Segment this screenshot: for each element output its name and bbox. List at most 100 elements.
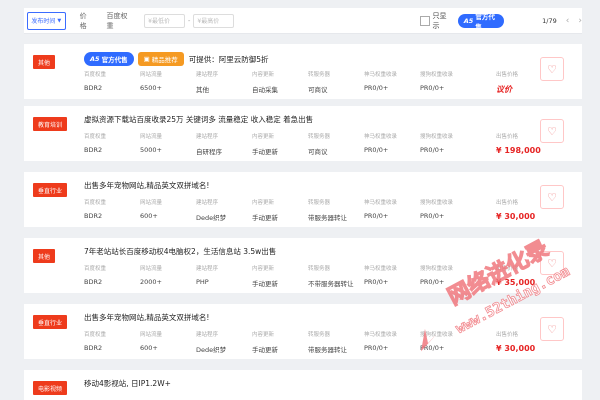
value-price: ¥ 30,000 [496, 212, 536, 221]
value-baidu-weight: BDR2 [84, 146, 103, 154]
header-sogou: 搜狗权重收录 [420, 200, 454, 206]
min-price-input[interactable]: ¥最低价 [144, 13, 185, 28]
header-cms: 建站程序 [196, 134, 219, 140]
header-update: 内容更新 [252, 266, 275, 272]
header-baidu-weight: 百度权重 [84, 72, 107, 78]
listing-title[interactable]: 出售多年宠物网站,精品英文双拼域名! [84, 312, 209, 323]
max-price-input[interactable]: ¥最高价 [193, 13, 235, 28]
value-traffic: 5000+ [140, 146, 162, 154]
listing-row[interactable]: 垂直行业 出售多年宠物网站,精品英文双拼域名! 百度权重 网站流量 建站程序 内… [24, 304, 582, 359]
value-shenma: PR0/0+ [364, 212, 389, 220]
sort-by-time-select[interactable]: 发布时间 ▼ [27, 11, 66, 30]
category-tag: 电影视频 [33, 381, 68, 395]
category-tag: 垂直行业 [33, 315, 68, 329]
header-update: 内容更新 [252, 72, 275, 78]
favorite-heart-icon[interactable]: ♡ [540, 119, 564, 143]
listing-values: BDR2 2000+ PHP 手动更新 不带服务器转让 PR0/0+ PR0/0… [84, 278, 582, 288]
value-update: 手动更新 [252, 148, 278, 156]
listing-values: BDR2 6500+ 其他 自动采集 可商议 PR0/0+ PR0/0+ 议价 [84, 84, 582, 94]
value-shenma: PR0/0+ [364, 146, 389, 154]
header-price: 出售价格 [496, 134, 519, 140]
a5-logo-icon: A5 [463, 16, 474, 25]
column-headers: 百度权重 网站流量 建站程序 内容更新 转服务器 神马权重收录 搜狗权重收录 出… [84, 132, 582, 142]
gift-icon: ▣ [143, 55, 152, 63]
category-tag: 其他 [33, 55, 56, 69]
header-shenma: 神马权重收录 [364, 200, 398, 206]
listing-title[interactable]: 虚拟资源下载站百度收录25万 关键词多 流量稳定 收入稳定 着急出售 [84, 114, 313, 125]
listing-title[interactable]: 7年老站站长百度移动权4电脑权2，生活信息站 3.5w出售 [84, 246, 276, 257]
listing-row[interactable]: 电影视频 移动4影视站, 日IP1.2W+ [24, 370, 582, 400]
official-badge: A5 官方代售 [84, 52, 134, 66]
favorite-heart-icon[interactable]: ♡ [540, 185, 564, 209]
listing-title-row: A5 官方代售 ▣ 精品推荐 可提供：阿里云防御5折 [84, 52, 269, 66]
header-shenma: 神马权重收录 [364, 134, 398, 140]
value-server: 可商议 [308, 148, 328, 156]
value-cms: Dede织梦 [196, 214, 227, 222]
listing-title[interactable]: 移动4影视站, 日IP1.2W+ [84, 378, 171, 389]
value-shenma: PR0/0+ [364, 278, 389, 286]
value-baidu-weight: BDR2 [84, 344, 103, 352]
listing-title-row: 虚拟资源下载站百度收录25万 关键词多 流量稳定 收入稳定 着急出售 [84, 114, 313, 125]
sort-by-price-link[interactable]: 价格 [80, 11, 93, 31]
header-cms: 建站程序 [196, 266, 219, 272]
header-server: 转服务器 [308, 134, 331, 140]
header-sogou: 搜狗权重收录 [420, 332, 454, 338]
header-traffic: 网站流量 [140, 134, 163, 140]
favorite-heart-icon[interactable]: ♡ [540, 317, 564, 341]
listing-title[interactable]: 出售多年宠物网站,精品英文双拼域名! [84, 180, 209, 191]
listing-values: BDR2 600+ Dede织梦 手动更新 带服务器转让 PR0/0+ PR0/… [84, 344, 582, 354]
value-server: 带服务器转让 [308, 214, 347, 222]
header-traffic: 网站流量 [140, 72, 163, 78]
listing-title[interactable]: 可提供：阿里云防御5折 [189, 54, 269, 65]
value-traffic: 600+ [140, 344, 158, 352]
value-server: 不带服务器转让 [308, 280, 354, 288]
listing-title-row: 出售多年宠物网站,精品英文双拼域名! [84, 312, 209, 323]
value-price: 议价 [496, 85, 512, 94]
header-traffic: 网站流量 [140, 332, 163, 338]
official-badge-label: 官方代售 [101, 56, 128, 64]
value-update: 手动更新 [252, 214, 278, 222]
value-shenma: PR0/0+ [364, 84, 389, 92]
value-baidu-weight: BDR2 [84, 212, 103, 220]
value-traffic: 6500+ [140, 84, 162, 92]
header-cms: 建站程序 [196, 332, 219, 338]
value-price: ¥ 198,000 [496, 146, 541, 155]
next-page-icon[interactable]: › [578, 16, 582, 26]
listing-title-row: 出售多年宠物网站,精品英文双拼域名! [84, 180, 209, 191]
header-update: 内容更新 [252, 332, 275, 338]
value-cms: Dede织梦 [196, 346, 227, 354]
favorite-heart-icon[interactable]: ♡ [540, 251, 564, 275]
value-cms: 自研程序 [196, 148, 222, 156]
header-price: 出售价格 [496, 266, 519, 272]
value-baidu-weight: BDR2 [84, 278, 103, 286]
listing-row[interactable]: 其他 7年老站站长百度移动权4电脑权2，生活信息站 3.5w出售 百度权重 网站… [24, 238, 582, 293]
sort-by-weight-link[interactable]: 百度权重 [106, 11, 132, 31]
column-headers: 百度权重 网站流量 建站程序 内容更新 转服务器 神马权重收录 搜狗权重收录 出… [84, 198, 582, 208]
listing-row[interactable]: 垂直行业 出售多年宠物网站,精品英文双拼域名! 百度权重 网站流量 建站程序 内… [24, 172, 582, 227]
a5-logo-icon: A5 [90, 55, 100, 63]
header-baidu-weight: 百度权重 [84, 266, 107, 272]
header-sogou: 搜狗权重收录 [420, 134, 454, 140]
caret-down-icon: ▼ [57, 17, 62, 24]
header-price: 出售价格 [496, 72, 519, 78]
official-filter-badge[interactable]: A5 官方代售 [457, 12, 505, 31]
value-cms: 其他 [196, 86, 209, 94]
value-update: 手动更新 [252, 280, 278, 288]
listing-values: BDR2 5000+ 自研程序 手动更新 可商议 PR0/0+ PR0/0+ ¥… [84, 146, 582, 156]
header-shenma: 神马权重收录 [364, 332, 398, 338]
header-baidu-weight: 百度权重 [84, 134, 107, 140]
only-show-checkbox[interactable] [420, 15, 430, 26]
value-cms: PHP [196, 278, 209, 286]
value-sogou: PR0/0+ [420, 278, 445, 286]
filter-bar: 发布时间 ▼ 价格 百度权重 ¥最低价 - ¥最高价 只显示 A5 官方代售 1… [24, 8, 582, 34]
listing-values: BDR2 600+ Dede织梦 手动更新 带服务器转让 PR0/0+ PR0/… [84, 212, 582, 222]
value-sogou: PR0/0+ [420, 344, 445, 352]
prev-page-icon[interactable]: ‹ [566, 16, 570, 26]
header-price: 出售价格 [496, 200, 519, 206]
listing-row[interactable]: 教育培训 虚拟资源下载站百度收录25万 关键词多 流量稳定 收入稳定 着急出售 … [24, 106, 582, 161]
value-traffic: 600+ [140, 212, 158, 220]
listing-row[interactable]: 其他 A5 官方代售 ▣ 精品推荐 可提供：阿里云防御5折 百度权重 网站流量 … [24, 44, 582, 99]
official-filter-label: 官方代售 [475, 12, 495, 31]
favorite-heart-icon[interactable]: ♡ [540, 57, 564, 81]
sort-select-label: 发布时间 [31, 18, 56, 25]
